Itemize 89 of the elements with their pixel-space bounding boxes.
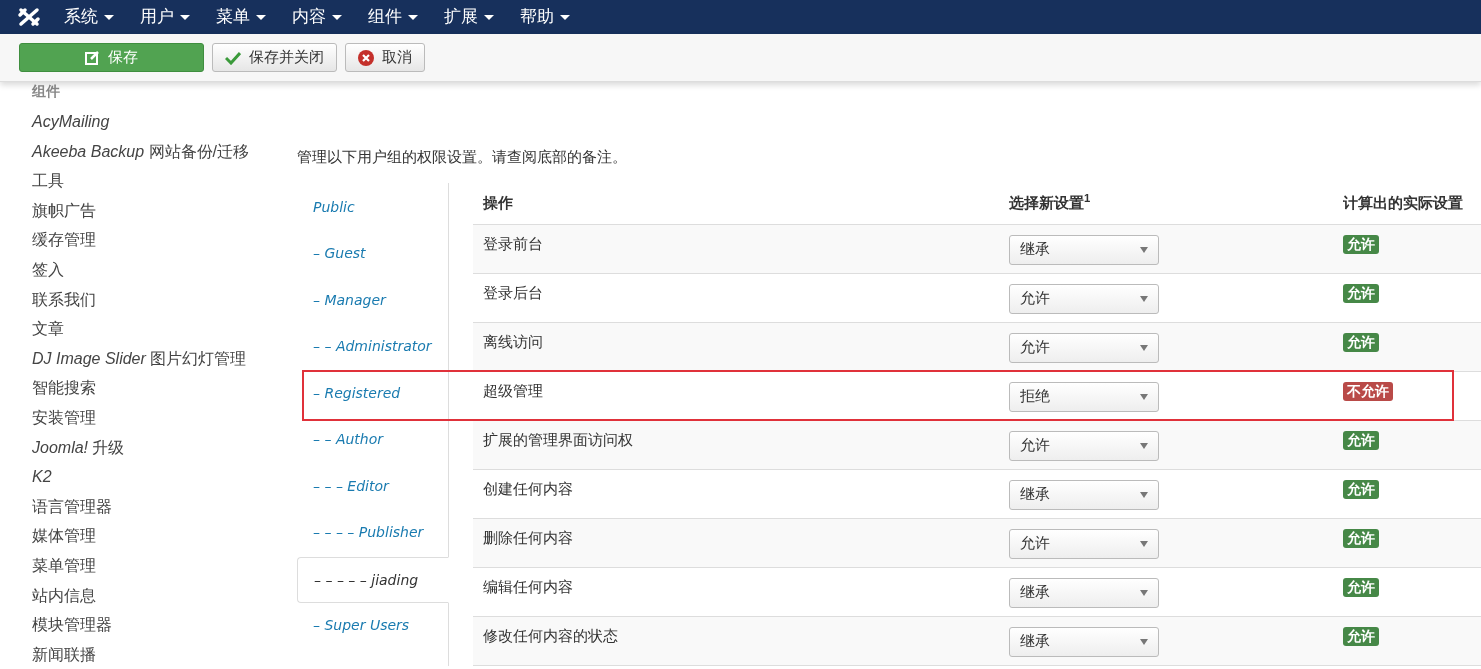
- menu-item[interactable]: 帮助: [520, 4, 570, 30]
- edit-icon: [85, 50, 100, 65]
- setting-dropdown[interactable]: 允许: [1009, 332, 1159, 363]
- sidebar-item[interactable]: DJ Image Slider 图片幻灯管理: [32, 343, 257, 374]
- group-tab[interactable]: – Manager: [297, 277, 448, 324]
- menu-item[interactable]: 内容: [292, 4, 342, 30]
- sidebar-item[interactable]: 文章: [32, 314, 257, 344]
- sidebar-item[interactable]: 站内信息: [32, 580, 257, 611]
- setting-dropdown[interactable]: 允许: [1009, 430, 1159, 461]
- setting-dropdown[interactable]: 允许: [1009, 528, 1159, 559]
- status-badge: 允许: [1343, 528, 1379, 548]
- menu-item[interactable]: 组件: [368, 4, 418, 30]
- group-tab[interactable]: – – – Editor: [297, 463, 448, 510]
- table-cell-text: 删除任何内容: [482, 527, 574, 548]
- group-tab[interactable]: – – Administrator: [297, 324, 448, 371]
- cancel-icon: [358, 49, 374, 66]
- group-tab[interactable]: – – – – – jiading: [297, 556, 449, 603]
- setting-dropdown[interactable]: 继承: [1009, 479, 1159, 510]
- sidebar-item[interactable]: Akeeba Backup 网站备份/迁移工具: [32, 136, 257, 196]
- group-tab[interactable]: – – – – Publisher: [297, 510, 448, 557]
- sidebar-item[interactable]: 语言管理器: [32, 491, 257, 522]
- setting-dropdown[interactable]: 允许: [1009, 283, 1159, 314]
- caret-icon: [180, 14, 190, 20]
- caret-icon: [1140, 442, 1148, 449]
- caret-icon: [1140, 491, 1148, 498]
- table-cell-text: 超级管理: [482, 380, 544, 401]
- sidebar-item[interactable]: 菜单管理: [32, 550, 257, 581]
- sidebar-item[interactable]: 模块管理器: [32, 610, 257, 640]
- group-tab[interactable]: – – Author: [297, 417, 448, 464]
- table-cell-text: 离线访问: [482, 331, 544, 352]
- status-badge: 允许: [1343, 430, 1379, 450]
- sidebar-item[interactable]: 旗帜广告: [32, 195, 257, 226]
- column-header: 选择新设置$^{1}$: [1009, 191, 1092, 213]
- logo-icon[interactable]: [16, 6, 42, 28]
- menu-item[interactable]: 菜单: [216, 4, 266, 30]
- cancel-button[interactable]: 取消: [345, 43, 425, 72]
- status-badge: 允许: [1343, 283, 1379, 303]
- status-badge: 允许: [1343, 234, 1379, 254]
- caret-icon: [560, 14, 570, 20]
- intro-text: 管理以下用户组的权限设置。请查阅底部的备注。: [297, 147, 628, 167]
- menu-item[interactable]: 系统: [64, 4, 114, 30]
- status-badge: 允许: [1343, 577, 1379, 597]
- caret-icon: [1140, 295, 1148, 302]
- caret-icon: [484, 14, 494, 20]
- sidebar-item[interactable]: 媒体管理: [32, 521, 257, 551]
- table-cell-text: 扩展的管理界面访问权: [482, 429, 634, 450]
- group-tab[interactable]: – Super Users: [297, 603, 448, 650]
- group-tab[interactable]: – Registered: [297, 370, 448, 417]
- group-tab[interactable]: – Guest: [297, 231, 448, 278]
- column-header: 操作: [482, 192, 514, 213]
- table-cell-text: 登录前台: [482, 233, 544, 254]
- sidebar-item[interactable]: 联系我们: [32, 284, 257, 315]
- menu-item[interactable]: 扩展: [444, 4, 494, 30]
- status-badge: 允许: [1343, 479, 1379, 499]
- setting-dropdown[interactable]: 继承: [1009, 577, 1159, 608]
- table-cell-text: 编辑任何内容: [482, 576, 574, 597]
- setting-dropdown[interactable]: 拒绝: [1009, 381, 1159, 412]
- caret-icon: [1140, 540, 1148, 547]
- checkmark-icon: [225, 50, 241, 65]
- status-badge: 不允许: [1343, 381, 1393, 401]
- sidebar-item[interactable]: 签入: [32, 254, 257, 285]
- status-badge: 允许: [1343, 332, 1379, 352]
- caret-icon: [1140, 638, 1148, 645]
- caret-icon: [1140, 246, 1148, 253]
- caret-icon: [1140, 393, 1148, 400]
- sidebar-item[interactable]: AcyMailing: [32, 107, 257, 137]
- caret-icon: [256, 14, 266, 20]
- sidebar-item[interactable]: 新闻联播: [32, 639, 257, 669]
- setting-dropdown[interactable]: 继承: [1009, 626, 1159, 657]
- menu-item[interactable]: 用户: [140, 4, 190, 30]
- caret-icon: [1140, 589, 1148, 596]
- caret-icon: [1140, 344, 1148, 351]
- column-header: 计算出的实际设置: [1343, 192, 1464, 213]
- sidebar-item[interactable]: 缓存管理: [32, 225, 257, 255]
- save-close-button[interactable]: 保存并关闭: [212, 43, 337, 72]
- sidebar-item[interactable]: 安装管理: [32, 402, 257, 433]
- table-cell-text: 登录后台: [482, 282, 544, 303]
- sidebar-item[interactable]: K2: [32, 462, 257, 492]
- caret-icon: [408, 14, 418, 20]
- sidebar-item[interactable]: 智能搜索: [32, 373, 257, 403]
- setting-dropdown[interactable]: 继承: [1009, 234, 1159, 265]
- caret-icon: [104, 14, 114, 20]
- table-cell-text: 修改任何内容的状态: [482, 625, 619, 646]
- sidebar-item[interactable]: Joomla! 升级: [32, 432, 257, 463]
- status-badge: 允许: [1343, 626, 1379, 646]
- table-cell-text: 创建任何内容: [482, 478, 574, 499]
- group-tab[interactable]: Public: [297, 184, 448, 231]
- sidebar-heading: 组件: [32, 84, 61, 98]
- caret-icon: [332, 14, 342, 20]
